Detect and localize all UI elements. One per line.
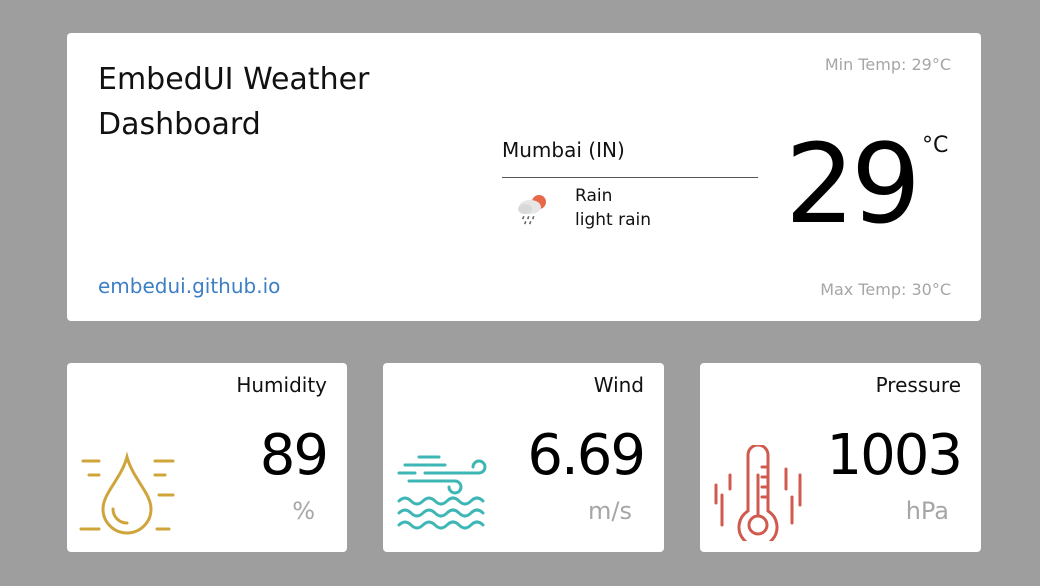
humidity-label: Humidity: [236, 373, 327, 397]
condition-description: light rain: [575, 210, 651, 230]
temperature-unit: °C: [922, 133, 949, 158]
min-temp: Min Temp: 29°C: [824, 55, 951, 74]
site-link[interactable]: embedui.github.io: [98, 274, 280, 298]
condition-main: Rain: [575, 186, 613, 206]
wind-value: 6.69: [527, 423, 646, 488]
pressure-card: Pressure 1003 hPa: [700, 363, 981, 552]
humidity-unit: %: [292, 497, 315, 525]
weather-summary-card: EmbedUI Weather Dashboard embedui.github…: [67, 33, 981, 321]
pressure-value: 1003: [826, 423, 963, 488]
max-temp: Max Temp: 30°C: [820, 280, 951, 299]
thermometer-icon: [714, 445, 802, 541]
rain-cloud-sun-icon: [518, 195, 546, 225]
wind-label: Wind: [593, 373, 644, 397]
humidity-card: Humidity 89 %: [67, 363, 347, 552]
humidity-value: 89: [259, 423, 329, 488]
wind-card: Wind 6.69 m/s: [383, 363, 664, 552]
pressure-unit: hPa: [905, 497, 949, 525]
city-name: Mumbai (IN): [502, 138, 625, 162]
pressure-label: Pressure: [875, 373, 961, 397]
dashboard-title: EmbedUI Weather Dashboard: [98, 62, 370, 142]
wind-unit: m/s: [588, 497, 632, 525]
divider: [502, 177, 758, 178]
water-drop-icon: [79, 451, 175, 535]
current-temperature: 29: [785, 120, 921, 248]
wind-waves-icon: [397, 455, 487, 530]
